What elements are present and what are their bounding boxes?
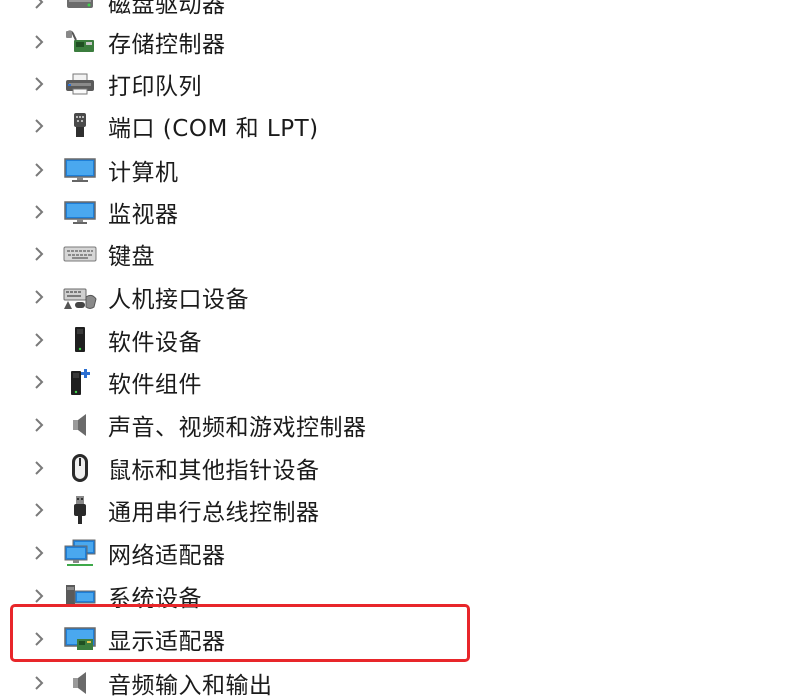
chevron-right-icon[interactable] xyxy=(30,0,48,11)
software-component-icon xyxy=(62,367,98,397)
tree-item-software-components[interactable]: 软件组件 xyxy=(0,362,600,402)
chevron-right-icon[interactable] xyxy=(30,459,48,477)
tree-item-label: 软件设备 xyxy=(108,330,202,356)
audio-io-icon xyxy=(62,668,98,697)
tree-item-storage-controllers[interactable]: 存储控制器 xyxy=(0,22,600,62)
port-icon xyxy=(62,111,98,141)
tree-item-print-queues[interactable]: 打印队列 xyxy=(0,64,600,104)
chevron-right-icon[interactable] xyxy=(30,245,48,263)
tree-item-computer[interactable]: 计算机 xyxy=(0,150,600,190)
tree-item-audio-io[interactable]: 音频输入和输出 xyxy=(0,663,600,697)
tree-item-software-devices[interactable]: 软件设备 xyxy=(0,320,600,360)
chevron-right-icon[interactable] xyxy=(30,117,48,135)
chevron-right-icon[interactable] xyxy=(30,203,48,221)
software-device-icon xyxy=(62,325,98,355)
tree-item-label: 磁盘驱动器 xyxy=(108,0,226,18)
tree-item-mice[interactable]: 鼠标和其他指针设备 xyxy=(0,448,600,488)
tree-item-ports[interactable]: 端口 (COM 和 LPT) xyxy=(0,106,600,146)
tree-item-disk-drives[interactable]: 磁盘驱动器 xyxy=(0,0,600,22)
highlight-annotation-box xyxy=(10,604,470,662)
tree-item-label: 端口 (COM 和 LPT) xyxy=(108,116,319,142)
tree-item-label: 通用串行总线控制器 xyxy=(108,500,320,526)
tree-item-keyboards[interactable]: 键盘 xyxy=(0,234,600,274)
tree-item-label: 监视器 xyxy=(108,202,179,228)
printer-icon xyxy=(62,69,98,99)
mouse-icon xyxy=(62,453,98,483)
chevron-right-icon[interactable] xyxy=(30,373,48,391)
tree-item-label: 网络适配器 xyxy=(108,543,226,569)
tree-item-label: 软件组件 xyxy=(108,372,202,398)
tree-item-usb-controllers[interactable]: 通用串行总线控制器 xyxy=(0,490,600,530)
chevron-right-icon[interactable] xyxy=(30,288,48,306)
chevron-right-icon[interactable] xyxy=(30,674,48,692)
speaker-icon xyxy=(62,410,98,440)
tree-item-label: 键盘 xyxy=(108,244,155,270)
tree-item-monitors[interactable]: 监视器 xyxy=(0,192,600,232)
chevron-right-icon[interactable] xyxy=(30,75,48,93)
tree-item-hid[interactable]: 人机接口设备 xyxy=(0,277,600,317)
hid-icon xyxy=(62,282,98,312)
usb-icon xyxy=(62,495,98,525)
chevron-right-icon[interactable] xyxy=(30,33,48,51)
chevron-right-icon[interactable] xyxy=(30,501,48,519)
tree-item-label: 人机接口设备 xyxy=(108,287,249,313)
chevron-right-icon[interactable] xyxy=(30,544,48,562)
tree-item-label: 计算机 xyxy=(108,160,179,186)
network-adapter-icon xyxy=(62,538,98,568)
storage-controller-icon xyxy=(62,27,98,57)
chevron-right-icon[interactable] xyxy=(30,587,48,605)
tree-item-label: 打印队列 xyxy=(108,74,202,100)
tree-item-label: 音频输入和输出 xyxy=(108,673,273,697)
device-tree: 磁盘驱动器 存储控制器 打印队列 端口 (COM 和 LPT) 计算机 监视器 … xyxy=(0,0,800,697)
monitor-icon xyxy=(62,197,98,227)
chevron-right-icon[interactable] xyxy=(30,161,48,179)
keyboard-icon xyxy=(62,239,98,269)
chevron-right-icon[interactable] xyxy=(30,416,48,434)
disk-drive-icon xyxy=(62,0,98,17)
tree-item-label: 存储控制器 xyxy=(108,32,226,58)
tree-item-label: 鼠标和其他指针设备 xyxy=(108,458,320,484)
tree-item-sound-video-game[interactable]: 声音、视频和游戏控制器 xyxy=(0,405,600,445)
tree-item-label: 声音、视频和游戏控制器 xyxy=(108,415,367,441)
tree-item-network-adapters[interactable]: 网络适配器 xyxy=(0,533,600,573)
computer-icon xyxy=(62,155,98,185)
chevron-right-icon[interactable] xyxy=(30,331,48,349)
